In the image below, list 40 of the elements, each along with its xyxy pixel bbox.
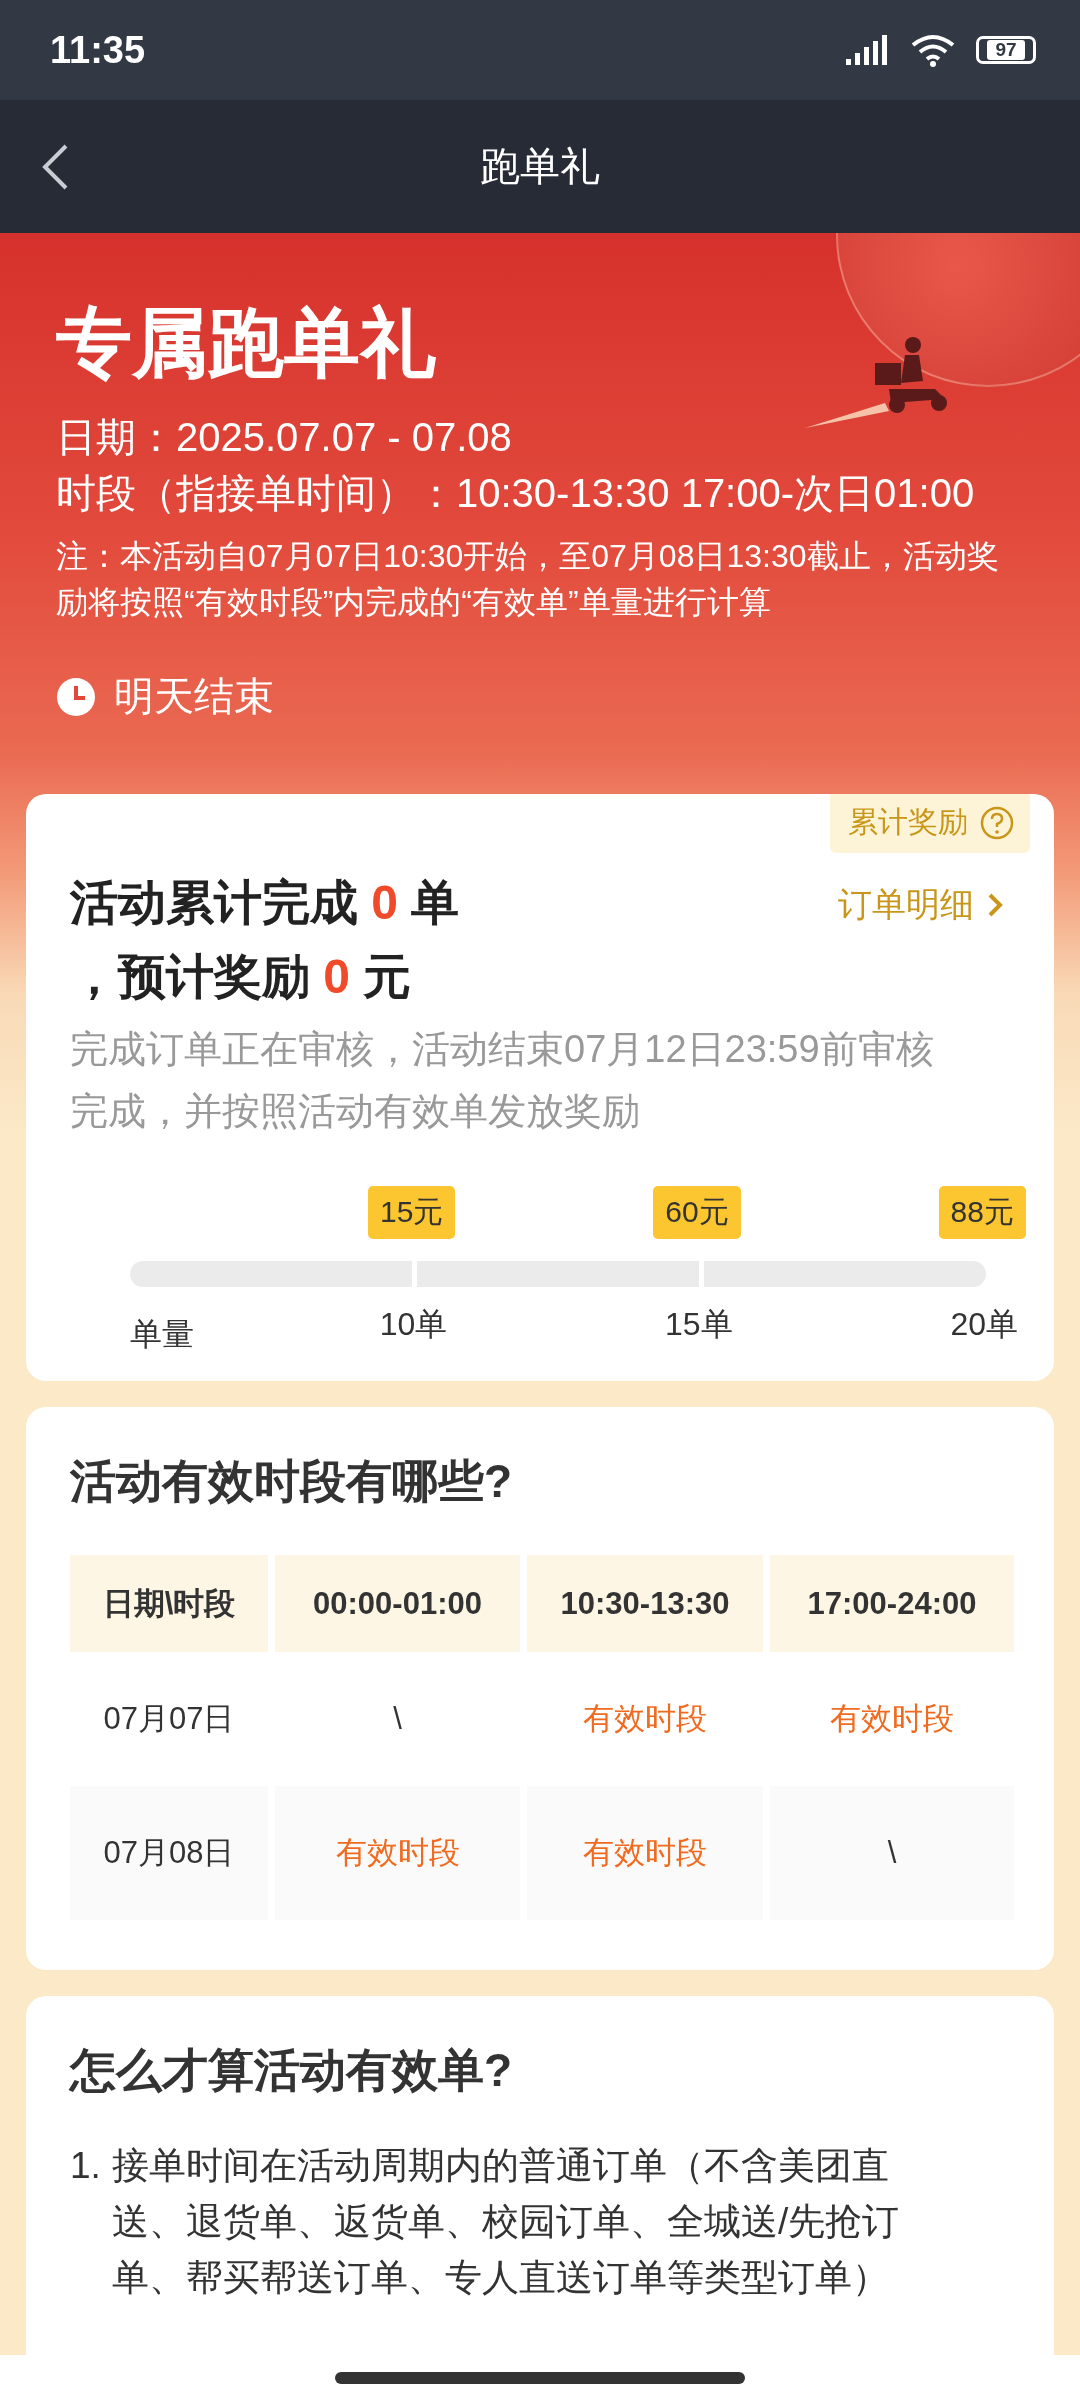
milestone-label: 10单 <box>379 1305 448 1344</box>
reward-amount-badge: 60元 <box>653 1186 741 1239</box>
column-header: 17:00-24:00 <box>770 1555 1014 1652</box>
table-cell: 有效时段 <box>527 1786 763 1920</box>
section-title: 活动有效时段有哪些? <box>70 1454 514 1509</box>
list-number: 1. <box>70 2144 102 2188</box>
estimated-reward-text: ，预计奖励 0 元 <box>70 949 413 1005</box>
date-range: 日期：2025.07.07 - 07.08 <box>56 414 513 461</box>
clock-icon <box>56 676 96 717</box>
battery-indicator: 97 <box>976 36 1036 64</box>
milestone-label: 15单 <box>665 1305 733 1344</box>
chevron-icon <box>986 891 1004 919</box>
time-slots: 时段（指接单时间）：10:30-13:30 17:00-次日01:00 <box>56 465 1036 521</box>
table-cell-text: \ <box>392 1700 403 1738</box>
column-header: 10:30-13:30 <box>527 1555 763 1652</box>
table-cell-text: 有效时段 <box>582 1700 708 1738</box>
rule-text: 接单时间在活动周期内的普通订单（不含美团直送、退货单、返货单、校园订单、全城送/先抢订单、帮买帮送订单、专人直送订单等类型订单） <box>112 2144 901 2300</box>
countdown-text: 明天结束 <box>114 673 274 720</box>
section-title: 怎么才算活动有效单? <box>70 2043 514 2098</box>
back-icon[interactable] <box>40 143 70 191</box>
table-cell: \ <box>770 1786 1014 1920</box>
wifi-icon <box>910 33 956 67</box>
clock-time: 11:35 <box>50 28 146 72</box>
page-title: 跑单礼 <box>480 143 600 190</box>
axis-label: 单量 <box>130 1315 194 1354</box>
table-cell-text: 07月07日 <box>102 1700 236 1738</box>
review-note: 完成订单正在审核，活动结束07月12日23:59前审核完成，并按照活动有效单发放奖励 <box>70 1027 935 1134</box>
note-text: 注：本活动自07月07日10:30开始，至07月08日13:30截止，活动奖励将按照“有效时段”内完成的“有效单”单量进行计算 <box>56 537 1000 622</box>
milestone-label: 20单 <box>950 1305 1018 1344</box>
order-detail-link[interactable]: 订单明细 <box>838 882 1004 928</box>
column-header: 日期\时段 <box>70 1555 268 1652</box>
table-cell-text: 有效时段 <box>829 1700 955 1738</box>
promo-title: 专属跑单礼 <box>56 299 436 387</box>
table-cell: 有效时段 <box>275 1786 520 1920</box>
column-header: 00:00-01:00 <box>275 1555 520 1652</box>
reward-amount-badge: 88元 <box>938 1186 1026 1239</box>
reward-amount-badge: 15元 <box>367 1186 456 1239</box>
completed-count-text: 活动累计完成 0 单 <box>70 875 460 931</box>
table-cell: 07月08日 <box>70 1786 268 1920</box>
reward-tag[interactable]: 累计奖励 <box>830 794 1030 853</box>
